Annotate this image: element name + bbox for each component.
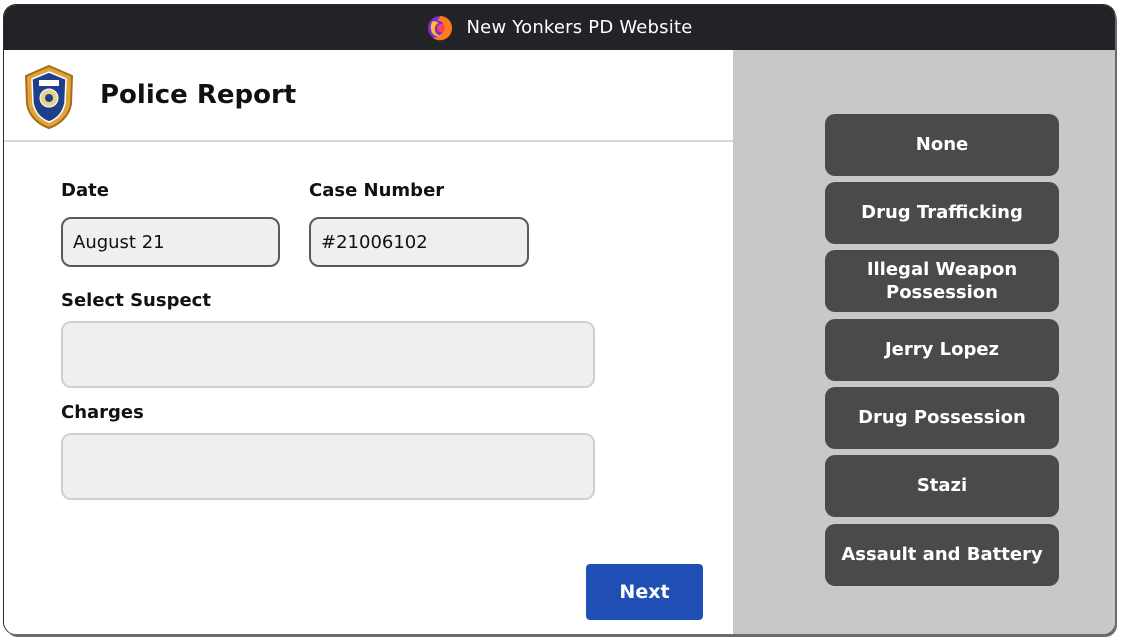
charges-field[interactable] [61,433,595,500]
browser-icon [427,15,452,40]
police-badge-icon [24,64,74,130]
date-field[interactable]: August 21 [61,217,280,267]
report-form-panel: Police Report Date August 21 Case Number… [4,50,733,634]
window-title: New Yonkers PD Website [466,17,693,38]
date-label: Date [61,180,109,201]
option-drug-possession-button[interactable]: Drug Possession [825,387,1059,449]
options-panel: None Drug Trafficking Illegal Weapon Pos… [733,50,1115,634]
charges-label: Charges [61,402,144,423]
case-number-label: Case Number [309,180,445,201]
next-button[interactable]: Next [586,564,703,620]
option-stazi-button[interactable]: Stazi [825,455,1059,517]
title-bar: New Yonkers PD Website [4,5,1115,50]
select-suspect-field[interactable] [61,321,595,388]
browser-window: New Yonkers PD Website Police Report Dat… [4,5,1115,634]
page-header: Police Report [4,50,733,142]
option-none-button[interactable]: None [825,114,1059,176]
page-title: Police Report [100,80,297,110]
option-assault-and-battery-button[interactable]: Assault and Battery [825,524,1059,586]
option-drug-trafficking-button[interactable]: Drug Trafficking [825,182,1059,244]
case-number-field[interactable]: #21006102 [309,217,529,267]
select-suspect-label: Select Suspect [61,290,211,311]
option-illegal-weapon-possession-button[interactable]: Illegal Weapon Possession [825,250,1059,312]
option-jerry-lopez-button[interactable]: Jerry Lopez [825,319,1059,381]
